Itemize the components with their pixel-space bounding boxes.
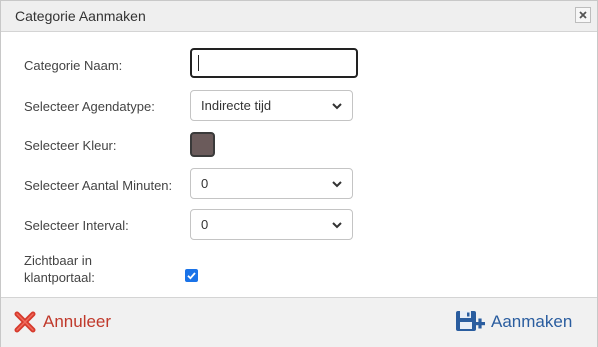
category-dialog: Categorie Aanmaken Categorie Naam: Selec…: [0, 0, 598, 347]
chevron-down-icon: [332, 222, 342, 229]
cancel-button[interactable]: Annuleer: [13, 308, 111, 336]
visible-portal-label-line1: Zichtbaar in: [24, 253, 92, 268]
color-label: Selecteer Kleur:: [24, 138, 117, 153]
category-name-label: Categorie Naam:: [24, 58, 123, 73]
category-name-input[interactable]: [190, 48, 358, 78]
minutes-select[interactable]: 0: [190, 168, 353, 199]
minutes-label: Selecteer Aantal Minuten:: [24, 178, 173, 193]
visible-portal-checkbox[interactable]: [185, 269, 198, 282]
dialog-title: Categorie Aanmaken: [15, 8, 146, 24]
color-swatch[interactable]: [190, 132, 215, 157]
agendatype-select[interactable]: Indirecte tijd: [190, 90, 353, 121]
interval-label: Selecteer Interval:: [24, 218, 129, 233]
close-button[interactable]: [575, 7, 591, 23]
red-x-icon: [14, 311, 36, 333]
minutes-selected-value: 0: [201, 176, 209, 191]
agendatype-label: Selecteer Agendatype:: [24, 99, 155, 114]
chevron-down-icon: [332, 181, 342, 188]
cancel-button-label: Annuleer: [43, 312, 112, 331]
text-caret: [198, 55, 199, 71]
agendatype-selected-value: Indirecte tijd: [201, 98, 272, 113]
interval-selected-value: 0: [201, 217, 209, 232]
checkmark-icon: [187, 272, 196, 280]
dialog-titlebar: Categorie Aanmaken: [1, 1, 597, 32]
create-button[interactable]: Aanmaken: [455, 308, 572, 336]
dialog-footer: Annuleer Aanmaken: [1, 297, 597, 347]
create-button-label: Aanmaken: [491, 312, 573, 331]
close-icon: [579, 11, 587, 19]
visible-portal-label-line2: klantportaal:: [24, 270, 95, 285]
interval-select[interactable]: 0: [190, 209, 353, 240]
save-plus-icon: [456, 311, 485, 331]
chevron-down-icon: [332, 103, 342, 110]
